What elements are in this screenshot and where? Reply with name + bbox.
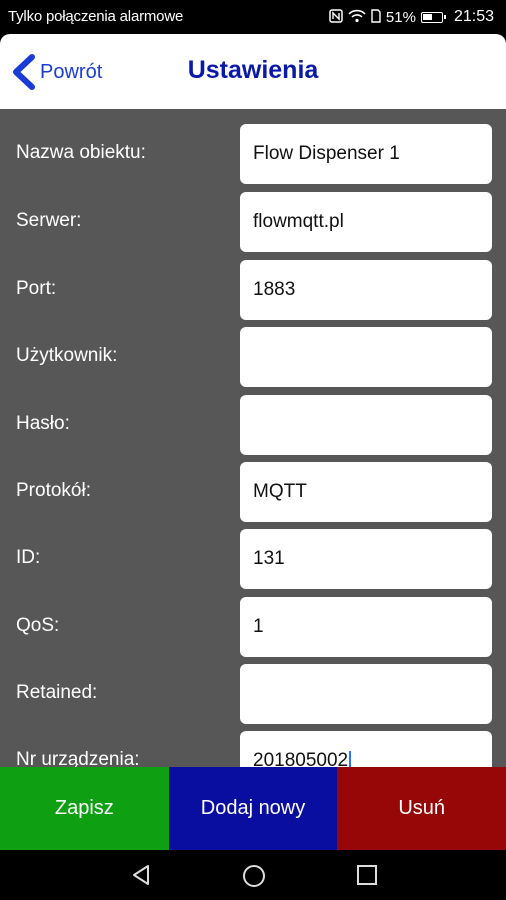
field-label: Nazwa obiektu: — [16, 142, 146, 163]
add-new-button[interactable]: Dodaj nowy — [168, 767, 338, 850]
text-cursor — [349, 750, 351, 767]
delete-button[interactable]: Usuń — [337, 767, 506, 850]
retained-input[interactable] — [240, 664, 492, 724]
field-label: QoS: — [16, 615, 60, 636]
user-input[interactable] — [240, 327, 492, 387]
row-port: Port: 1883 — [0, 260, 506, 320]
protocol-input[interactable]: MQTT — [240, 462, 492, 522]
nav-home-icon[interactable] — [241, 863, 267, 894]
field-label: ID: — [16, 547, 41, 568]
field-label: Serwer: — [16, 210, 82, 231]
battery-icon — [420, 11, 446, 23]
status-bar: Tylko połączenia alarmowe 51% 21:53 — [0, 0, 506, 34]
nav-recents-icon[interactable] — [355, 863, 379, 892]
field-label: Hasło: — [16, 413, 70, 434]
row-retained: Retained: — [0, 664, 506, 724]
device-number-input[interactable]: 201805002 — [240, 731, 492, 767]
nav-back-icon[interactable] — [129, 863, 153, 892]
server-input[interactable]: flowmqtt.pl — [240, 192, 492, 252]
nfc-icon — [329, 8, 343, 26]
device-number-value: 201805002 — [253, 750, 349, 767]
row-object-name: Nazwa obiektu: Flow Dispenser 1 — [0, 124, 506, 184]
save-button[interactable]: Zapisz — [0, 767, 169, 850]
clock: 21:53 — [453, 8, 494, 25]
row-password: Hasło: — [0, 395, 506, 455]
sim-icon — [371, 8, 381, 26]
id-input[interactable]: 131 — [240, 529, 492, 589]
qos-input[interactable]: 1 — [240, 597, 492, 657]
object-name-input[interactable]: Flow Dispenser 1 — [240, 124, 492, 184]
row-id: ID: 131 — [0, 529, 506, 589]
field-label: Port: — [16, 278, 57, 299]
wifi-icon — [348, 9, 366, 26]
status-icons: 51% 21:53 — [329, 8, 494, 26]
field-label: Retained: — [16, 682, 98, 703]
row-qos: QoS: 1 — [0, 597, 506, 657]
field-label: Użytkownik: — [16, 345, 118, 366]
row-device-number: Nr urządzenia: 201805002 — [0, 731, 506, 767]
row-user: Użytkownik: — [0, 327, 506, 387]
port-input[interactable]: 1883 — [240, 260, 492, 320]
system-nav-bar — [0, 850, 506, 900]
app-header: Powrót Ustawienia — [0, 34, 506, 109]
carrier-text: Tylko połączenia alarmowe — [8, 8, 184, 25]
row-protocol: Protokół: MQTT — [0, 462, 506, 522]
settings-form: Nazwa obiektu: Flow Dispenser 1 Serwer: … — [0, 109, 506, 767]
action-bar: Zapisz Dodaj nowy Usuń — [0, 767, 506, 850]
row-server: Serwer: flowmqtt.pl — [0, 192, 506, 252]
field-label: Nr urządzenia: — [16, 749, 140, 767]
battery-percent: 51% — [385, 8, 416, 26]
password-input[interactable] — [240, 395, 492, 455]
field-label: Protokół: — [16, 480, 91, 501]
page-title: Ustawienia — [187, 56, 319, 84]
